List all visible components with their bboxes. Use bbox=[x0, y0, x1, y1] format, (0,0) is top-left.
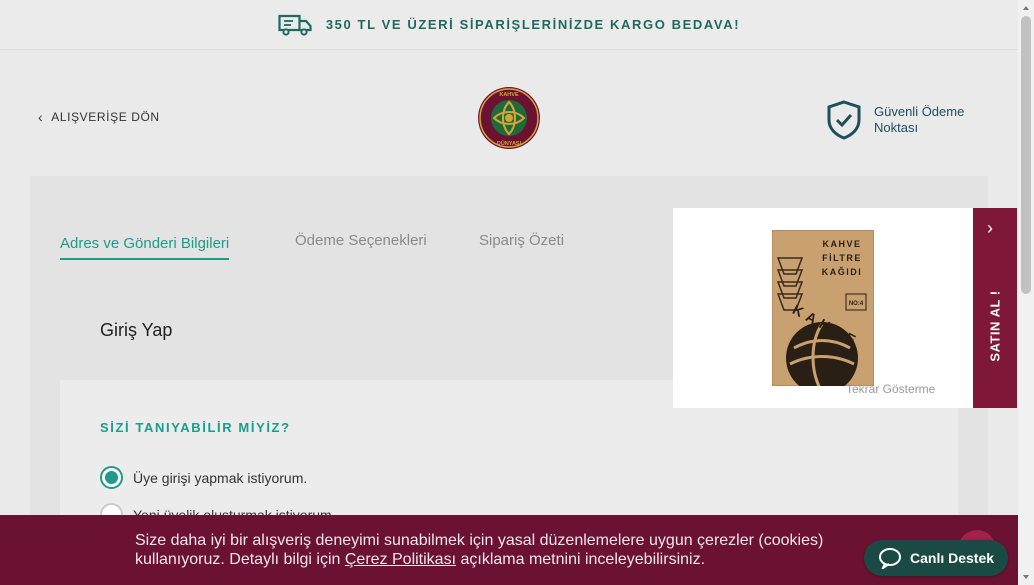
shield-check-icon bbox=[827, 100, 861, 140]
product-line-3: KAĞIDI bbox=[822, 266, 863, 277]
product-line-1: KAHVE bbox=[822, 239, 861, 249]
live-support-label: Canlı Destek bbox=[910, 550, 995, 566]
chat-bubble-icon bbox=[879, 548, 901, 569]
cookie-message: Size daha iyi bir alışveriş deneyimi sun… bbox=[135, 531, 905, 569]
page-scrollbar[interactable] bbox=[1018, 0, 1034, 585]
product-badge: NO:4 bbox=[849, 301, 864, 307]
secure-payment-badge: Güvenli Ödeme Noktası bbox=[826, 100, 994, 140]
scroll-down-arrow-icon[interactable] bbox=[1021, 572, 1031, 582]
truck-icon bbox=[278, 14, 312, 36]
svg-text:DÜNYASI: DÜNYASI bbox=[497, 140, 522, 147]
chevron-left-icon: ‹ bbox=[38, 109, 44, 125]
kahve-dunyasi-logo[interactable]: KAHVE DÜNYASI bbox=[477, 86, 541, 150]
dont-show-again-link[interactable]: Tekrar Gösterme bbox=[846, 382, 935, 396]
identify-question: SİZİ TANIYABİLİR MİYİZ? bbox=[100, 420, 291, 435]
radio-existing-member[interactable]: Üye girişi yapmak istiyorum. bbox=[100, 466, 307, 489]
shipping-banner: 350 TL VE ÜZERİ SİPARİŞLERİNİZDE KARGO B… bbox=[0, 0, 1018, 50]
radio-existing-member-label: Üye girişi yapmak istiyorum. bbox=[133, 469, 308, 486]
tab-address-shipping[interactable]: Adres ve Gönderi Bilgileri bbox=[60, 235, 230, 260]
shipping-message: 350 TL VE ÜZERİ SİPARİŞLERİNİZDE KARGO B… bbox=[325, 17, 741, 32]
live-support-button[interactable]: Canlı Destek bbox=[864, 540, 1008, 576]
radio-button-checked[interactable] bbox=[100, 466, 123, 489]
cookie-text-after: açıklama metnini inceleyebilirsiniz. bbox=[456, 551, 706, 568]
product-popup: KAHVE FİLTRE KAĞIDI NO:4 KAHVE Tekrar Gö… bbox=[673, 208, 973, 408]
back-to-shopping-link[interactable]: ‹ ALIŞVERİŞE DÖN bbox=[38, 110, 160, 124]
secure-payment-label: Güvenli Ödeme Noktası bbox=[874, 104, 965, 135]
buy-now-button[interactable]: › SATIN AL ! bbox=[973, 208, 1017, 408]
cookie-policy-link[interactable]: Çerez Politikası bbox=[345, 551, 456, 568]
tab-order-summary[interactable]: Sipariş Özeti bbox=[479, 232, 564, 249]
scrollbar-thumb[interactable] bbox=[1021, 16, 1031, 294]
scroll-up-arrow-icon[interactable] bbox=[1021, 3, 1031, 13]
buy-now-label: SATIN AL ! bbox=[987, 290, 1003, 362]
svg-text:KAHVE: KAHVE bbox=[499, 92, 519, 98]
tab-payment-options[interactable]: Ödeme Seçenekleri bbox=[295, 232, 427, 249]
back-to-shopping-label: ALIŞVERİŞE DÖN bbox=[51, 110, 160, 124]
chevron-right-icon[interactable]: › bbox=[987, 218, 993, 239]
coffee-filter-product-image[interactable]: KAHVE FİLTRE KAĞIDI NO:4 KAHVE bbox=[772, 230, 874, 386]
product-line-2: FİLTRE bbox=[822, 253, 862, 263]
login-title: Giriş Yap bbox=[100, 320, 173, 340]
